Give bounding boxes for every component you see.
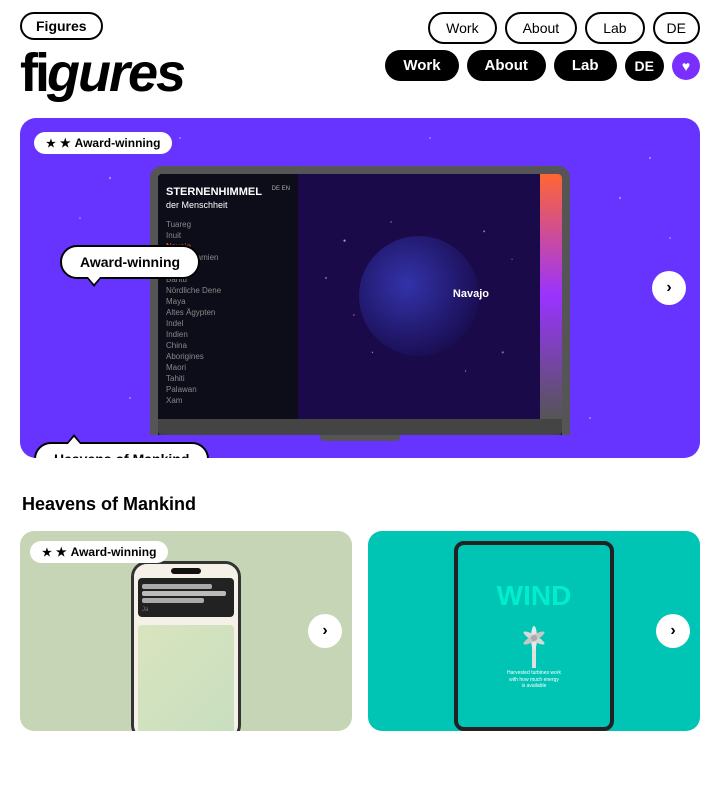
navajo-label: Navajo [453, 288, 489, 300]
header: Figures figures Work About Lab DE Work A… [0, 0, 720, 100]
nav-item-1: Tuareg [166, 220, 290, 229]
laptop-base [158, 419, 562, 435]
nav-column: Work About Lab DE Work About Lab DE ♥ [385, 12, 700, 81]
phone-map [138, 625, 234, 731]
main-section: ★ Award-winning › STERNENHIMMEL der Mens… [0, 118, 720, 527]
logo-area: Figures figures [20, 12, 184, 100]
laptop-subtitle: der Menschheit [166, 200, 262, 210]
laptop-lang: DE EN [272, 186, 290, 192]
feature-tooltip: Heavens of Mankind [34, 442, 209, 458]
feature-title: Heavens of Mankind [20, 458, 700, 527]
phone-btn: Ja [142, 607, 230, 613]
phone-line-1 [142, 584, 212, 589]
laptop-mockup: STERNENHIMMEL der Menschheit DE EN Tuare… [150, 166, 570, 435]
laptop-container: STERNENHIMMEL der Menschheit DE EN Tuare… [150, 146, 570, 441]
nav-item-15: Tahiti [166, 374, 290, 383]
heart-icon[interactable]: ♥ [672, 52, 700, 80]
nav-item-13: Aborigines [166, 352, 290, 361]
nav-lab-filled[interactable]: Lab [554, 50, 617, 81]
nav-item-11: Indien [166, 330, 290, 339]
nav-about-filled[interactable]: About [467, 50, 546, 81]
feature-award-tag: ★ Award-winning [34, 132, 172, 154]
card2-arrow[interactable]: › [656, 614, 690, 648]
nav-work-outline[interactable]: Work [428, 12, 496, 44]
card1-arrow[interactable]: › [308, 614, 342, 648]
phone-line-2 [142, 591, 226, 596]
phone-line-3 [142, 598, 204, 603]
laptop-sidebar: STERNENHIMMEL der Menschheit DE EN Tuare… [158, 174, 298, 419]
nav-lang-filled[interactable]: DE [625, 51, 664, 81]
nav-about-outline[interactable]: About [505, 12, 578, 44]
tablet-screen: WIND Harvested turbines workwith how muc… [458, 545, 610, 727]
nav-item-10: Indel [166, 319, 290, 328]
wind-subtitle: Harvested turbines workwith how much ene… [507, 670, 561, 690]
logo-wordmark: figures [20, 46, 184, 100]
cards-grid: ★ Award-winning › Ja › WIND [0, 531, 720, 731]
card-phone[interactable]: ★ Award-winning › Ja [20, 531, 352, 731]
logo-pill[interactable]: Figures [20, 12, 103, 40]
planet-wrapper: Navajo [359, 236, 479, 356]
laptop-right-panel [540, 174, 562, 419]
phone-card-content: Ja [138, 578, 234, 617]
nav-bottom-row: Work About Lab DE ♥ [385, 50, 700, 81]
phone-mockup: Ja [131, 561, 241, 731]
feature-card[interactable]: ★ Award-winning › STERNENHIMMEL der Mens… [20, 118, 700, 458]
nav-item-7: Nördliche Dene [166, 286, 290, 295]
nav-lab-outline[interactable]: Lab [585, 12, 644, 44]
tablet-mockup: WIND Harvested turbines workwith how muc… [454, 541, 614, 731]
feature-next-arrow[interactable]: › [652, 271, 686, 305]
star-icon-2: ★ [56, 545, 67, 559]
nav-item-9: Altes Ägypten [166, 308, 290, 317]
phone-screen: Ja [134, 564, 238, 731]
laptop-main: Navajo [298, 174, 540, 419]
nav-item-12: China [166, 341, 290, 350]
award-badge-logo: Award-winning [60, 245, 200, 279]
laptop-stand [320, 435, 400, 441]
nav-item-17: Xam [166, 396, 290, 405]
phone-notch [171, 568, 201, 574]
nav-lang-outline[interactable]: DE [653, 12, 700, 44]
card-wind[interactable]: › WIND Harvested turbines workwith how m… [368, 531, 700, 731]
nav-item-14: Maori [166, 363, 290, 372]
nav-top-row: Work About Lab DE [428, 12, 700, 44]
card1-award-tag: ★ Award-winning [30, 541, 168, 563]
nav-work-filled[interactable]: Work [385, 50, 458, 81]
wind-title: WIND [497, 582, 572, 610]
star-icon: ★ [60, 136, 71, 150]
nav-item-8: Maya [166, 297, 290, 306]
turbine-icon [509, 610, 559, 670]
nav-item-16: Palawan [166, 385, 290, 394]
laptop-title: STERNENHIMMEL [166, 186, 262, 198]
nav-item-2: Inuit [166, 231, 290, 240]
